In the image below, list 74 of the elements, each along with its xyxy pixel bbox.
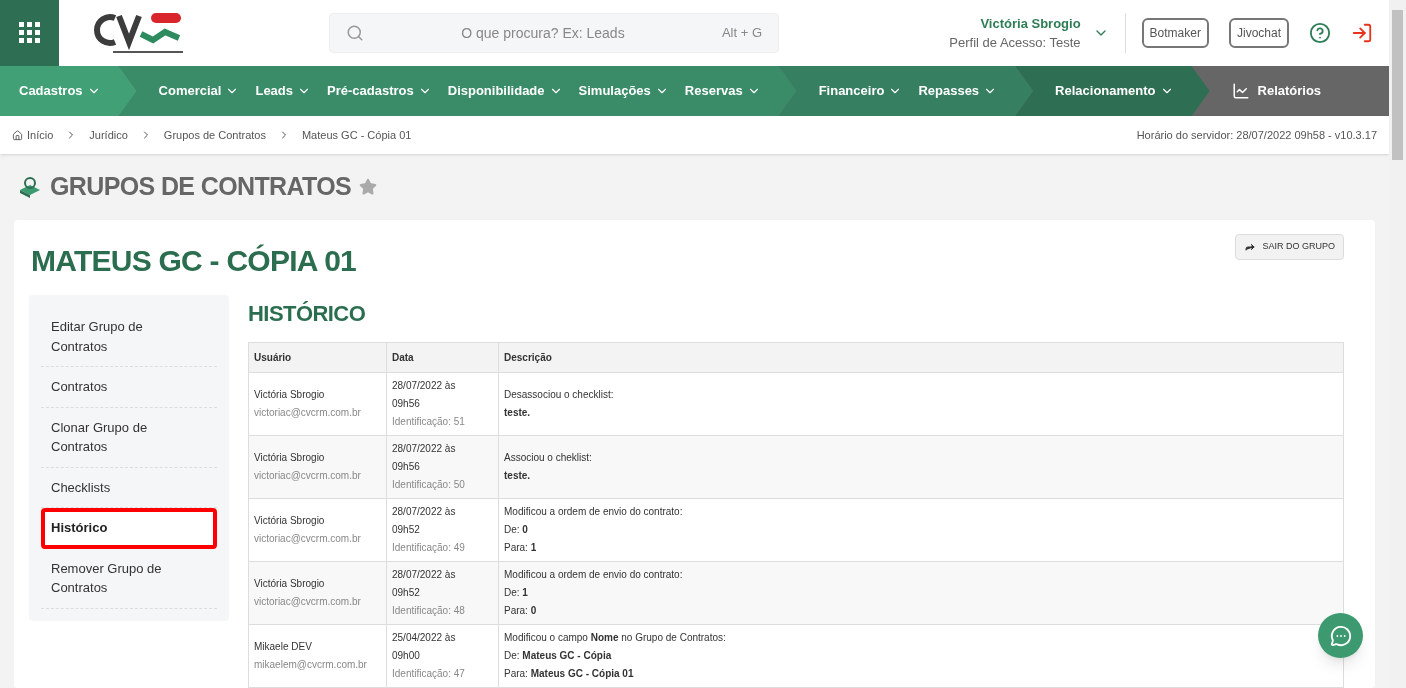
date-cell-text: 28/07/2022 às 09h56 (392, 379, 457, 411)
apps-grid-icon[interactable] (18, 22, 41, 44)
side-menu-item[interactable]: Contratos (41, 367, 217, 408)
nav-menu-item[interactable]: Comercial (158, 81, 240, 101)
description-line: Para: 0 (504, 604, 538, 618)
breadcrumb-link[interactable]: Grupos de Contratos (163, 126, 266, 144)
nav-menu-item[interactable]: Pré-cadastros (327, 81, 432, 101)
record-id: Identificação: 50 (392, 478, 466, 492)
description-line: De: 1 (504, 586, 529, 600)
nav-menu-item[interactable]: Leads (255, 81, 312, 101)
nav-menu-item[interactable]: Simulações (578, 81, 669, 101)
column-header: Usuário (248, 342, 387, 373)
logout-icon[interactable] (1351, 22, 1373, 44)
user-name-cell-text: Mikaele DEV (254, 640, 313, 654)
description-line: De: 0 (504, 523, 529, 537)
user-email: victoriac@cvcrm.com.br (254, 532, 362, 546)
share-arrow-icon (1244, 241, 1257, 253)
section-title: HISTÓRICO (248, 300, 367, 328)
user-name[interactable]: Victória Sbrogio (980, 13, 1081, 33)
description-line: Para: 1 (504, 541, 538, 555)
description-line: Desassociou o checklist: (504, 388, 615, 402)
nav-menu-item[interactable]: Financeiro (818, 81, 903, 101)
line-chart-icon (1231, 82, 1250, 100)
description-line: Modificou a ordem de envio do contrato: (504, 568, 684, 582)
user-email: victoriac@cvcrm.com.br (254, 469, 362, 483)
description-line: De: Mateus GC - Cópia (504, 649, 613, 663)
description-line: Modificou o campo Nome no Grupo de Contratos: (504, 631, 727, 645)
search-icon (346, 24, 364, 42)
description-line: teste. (504, 406, 532, 420)
integration-button[interactable]: Jivochat (1228, 18, 1289, 48)
page-title: GRUPOS DE CONTRATOS (50, 171, 352, 203)
user-name-cell-text: Victória Sbrogio (254, 388, 326, 402)
date-cell-text: 28/07/2022 às 09h52 (392, 505, 457, 537)
user-email: victoriac@cvcrm.com.br (254, 406, 362, 420)
description-line: teste. (504, 469, 532, 483)
nav-menu-item[interactable]: Disponibilidade (447, 81, 563, 101)
user-name-cell-text: Victória Sbrogio (254, 451, 326, 465)
side-menu-item[interactable]: Editar Grupo de Contratos (41, 307, 217, 367)
user-name-cell-text: Victória Sbrogio (254, 577, 326, 591)
date-cell-text: 28/07/2022 às 09h56 (392, 442, 457, 474)
description-line: Associou o cheklist: (504, 451, 593, 465)
help-icon[interactable] (1309, 22, 1331, 44)
record-id: Identificação: 47 (392, 667, 466, 681)
user-name-cell-text: Victória Sbrogio (254, 514, 326, 528)
leave-group-button[interactable]: SAIR DO GRUPO (1235, 234, 1344, 260)
description-line: Modificou a ordem de envio do contrato: (504, 505, 684, 519)
record-id: Identificação: 49 (392, 541, 466, 555)
nav-menu-item[interactable]: Reservas (684, 81, 761, 101)
search-input[interactable]: O que procura? Ex: Leads (364, 22, 722, 44)
user-email: mikaelem@cvcrm.com.br (254, 658, 368, 672)
record-id: Identificação: 51 (392, 415, 466, 429)
record-title: MATEUS GC - CÓPIA 01 (31, 243, 357, 279)
chat-bubble-icon (1329, 624, 1352, 647)
side-menu-item[interactable]: Clonar Grupo de Contratos (41, 407, 217, 468)
integration-button[interactable]: Botmaker (1141, 18, 1209, 48)
user-email: victoriac@cvcrm.com.br (254, 595, 362, 609)
column-header: Descrição (498, 342, 1344, 373)
home-icon (12, 129, 23, 141)
record-id: Identificação: 48 (392, 604, 466, 618)
reports-menu-item[interactable]: Relatórios (1231, 66, 1322, 116)
side-menu-item[interactable]: Histórico (41, 508, 217, 549)
favorite-star-icon[interactable] (359, 178, 378, 196)
column-header: Data (386, 342, 499, 373)
breadcrumb-link[interactable]: Início (27, 126, 54, 144)
shortcut-hint: Alt + G (721, 24, 762, 43)
date-cell-text: 25/04/2022 às 09h00 (392, 631, 457, 663)
breadcrumb-link[interactable]: Mateus GC - Cópia 01 (301, 126, 412, 144)
server-time: Horário do servidor: 28/07/2022 09h58 - v10.3.17 (1136, 127, 1377, 143)
side-menu-item[interactable]: Remover Grupo de Contratos (41, 548, 217, 609)
nav-menu-item[interactable]: Repasses (918, 81, 998, 101)
description-line: Para: Mateus GC - Cópia 01 (504, 667, 635, 681)
breadcrumb-link[interactable]: Jurídico (89, 126, 128, 144)
user-profile: Perfil de Acesso: Teste (949, 34, 1081, 52)
date-cell-text: 28/07/2022 às 09h52 (392, 568, 457, 600)
